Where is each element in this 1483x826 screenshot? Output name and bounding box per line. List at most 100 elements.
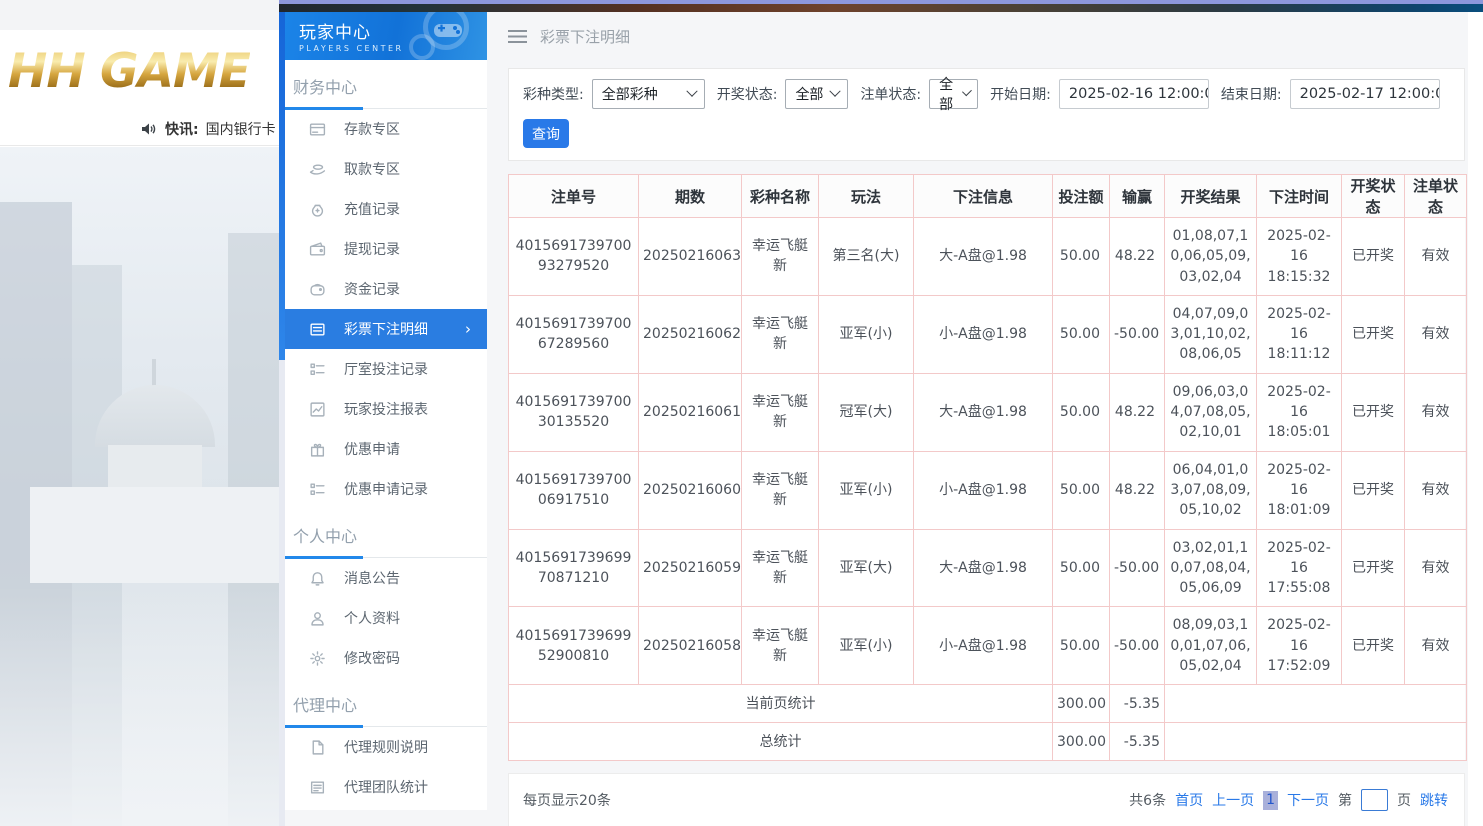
chevron-right-icon: › (465, 320, 471, 338)
sidebar-item[interactable]: 修改密码 (285, 638, 487, 678)
start-date-input[interactable] (1059, 79, 1209, 109)
sidebar-item-label: 代理团队统计 (344, 777, 428, 797)
bet-status-value: 全部 (939, 74, 957, 114)
lottery-type-label: 彩种类型: (523, 84, 584, 104)
section-underline (285, 108, 487, 109)
jump-button[interactable]: 跳转 (1420, 790, 1448, 810)
capitol-base (30, 487, 285, 583)
cell-bet_id: 401569173969952900810 (509, 607, 639, 685)
draw-status-label: 开奖状态: (717, 84, 778, 104)
cell-draw_status: 已开奖 (1342, 218, 1405, 296)
jump-label-post: 页 (1397, 790, 1411, 810)
sidebar-item[interactable]: 彩票下注明细› (285, 309, 487, 349)
cell-bet_info: 大-A盘@1.98 (914, 218, 1053, 296)
cell-bet_status: 有效 (1405, 295, 1467, 373)
jump-page-input[interactable] (1361, 789, 1388, 811)
cell-bet_status: 有效 (1405, 373, 1467, 451)
cell-amount: 50.00 (1053, 295, 1110, 373)
start-date-label: 开始日期: (990, 84, 1051, 104)
cell-bet_status: 有效 (1405, 607, 1467, 685)
sidebar-item[interactable]: 取款专区 (285, 149, 487, 189)
cell-period: 20250216060 (639, 451, 742, 529)
draw-status-select[interactable]: 全部 (785, 79, 848, 109)
pager-controls: 共6条 首页 上一页 1 下一页 第 页 跳转 (1129, 789, 1448, 811)
column-header: 投注额 (1053, 175, 1110, 218)
sidebar-item[interactable]: 个人资料 (285, 598, 487, 638)
cell-result: 03,02,01,10,07,08,04,05,06,09 (1165, 529, 1257, 607)
cell-bet_time: 2025-02-16 18:11:12 (1257, 295, 1342, 373)
sidebar-item[interactable]: 充值记录 (285, 189, 487, 229)
cell-period: 20250216062 (639, 295, 742, 373)
sidebar-item[interactable]: 优惠申请记录 (285, 469, 487, 509)
cell-amount: 50.00 (1053, 373, 1110, 451)
cell-period: 20250216059 (639, 529, 742, 607)
current-page[interactable]: 1 (1263, 791, 1278, 810)
sidebar-item[interactable]: 提现记录 (285, 229, 487, 269)
cell-amount: 50.00 (1053, 218, 1110, 296)
cell-result: 04,07,09,03,01,10,02,08,06,05 (1165, 295, 1257, 373)
sidebar-item-label: 修改密码 (344, 648, 400, 668)
prev-page-link[interactable]: 上一页 (1212, 790, 1254, 810)
table-body: 40156917397009327952020250216063幸运飞艇新第三名… (509, 218, 1467, 761)
cell-play: 第三名(大) (819, 218, 914, 296)
sidebar-item[interactable]: 代理团队统计 (285, 767, 487, 807)
cell-bet_info: 小-A盘@1.98 (914, 451, 1053, 529)
cell-bet_id: 401569173969970871210 (509, 529, 639, 607)
section-underline (285, 726, 487, 727)
lottery-type-select[interactable]: 全部彩种 (592, 79, 705, 109)
end-date-input[interactable] (1290, 79, 1440, 109)
sidebar-item[interactable]: 厅室投注记录 (285, 349, 487, 389)
table-row: 40156917397000691751020250216060幸运飞艇新亚军(… (509, 451, 1467, 529)
file-icon (309, 739, 326, 756)
speaker-icon (142, 122, 158, 136)
next-page-link[interactable]: 下一页 (1287, 790, 1329, 810)
pagination-bar: 每页显示20条 共6条 首页 上一页 1 下一页 第 页 跳转 (508, 773, 1465, 826)
sidebar-item[interactable]: 玩家投注报表 (285, 389, 487, 429)
list-icon (309, 361, 326, 378)
withdraw-hand-icon (309, 161, 326, 178)
top-strip-banner (279, 4, 1483, 12)
search-button[interactable]: 查询 (523, 119, 569, 148)
column-header: 开奖状态 (1342, 175, 1405, 218)
sidebar-item[interactable]: 资金记录 (285, 269, 487, 309)
fog-overlay (0, 586, 285, 826)
cell-win_loss: -50.00 (1110, 295, 1165, 373)
menu-toggle-icon[interactable] (508, 30, 527, 43)
cell-bet_id: 401569173970030135520 (509, 373, 639, 451)
bet-status-select[interactable]: 全部 (929, 79, 978, 109)
column-header: 注单号 (509, 175, 639, 218)
cell-bet_info: 小-A盘@1.98 (914, 295, 1053, 373)
cell-lottery: 幸运飞艇新 (742, 607, 819, 685)
sidebar-item[interactable]: 代理规则说明 (285, 727, 487, 767)
chevron-down-icon (686, 86, 697, 97)
cell-bet_info: 大-A盘@1.98 (914, 529, 1053, 607)
main-content: 彩票下注明细 彩种类型: 全部彩种 开奖状态: 全部 注单状态: (487, 12, 1468, 826)
page-title: 彩票下注明细 (540, 26, 630, 47)
cell-bet_info: 小-A盘@1.98 (914, 607, 1053, 685)
money-bag-icon (309, 201, 326, 218)
capitol-spire (152, 359, 156, 387)
bet-status-label: 注单状态: (860, 84, 921, 104)
sidebar-item[interactable]: 存款专区 (285, 109, 487, 149)
cell-play: 亚军(小) (819, 607, 914, 685)
first-page-link[interactable]: 首页 (1175, 790, 1203, 810)
bell-icon (309, 570, 326, 587)
background-topbar (0, 0, 285, 30)
sidebar-item[interactable]: 优惠申请 (285, 429, 487, 469)
sidebar-item-label: 消息公告 (344, 568, 400, 588)
gamepad-icon (433, 20, 463, 40)
table-header-row: 注单号期数彩种名称玩法下注信息投注额输赢开奖结果下注时间开奖状态注单状态 (509, 175, 1467, 218)
cell-bet_id: 401569173970006917510 (509, 451, 639, 529)
ticker-label: 快讯: (165, 119, 199, 139)
cell-bet_id: 401569173970067289560 (509, 295, 639, 373)
column-header: 注单状态 (1405, 175, 1467, 218)
section-underline (285, 557, 487, 558)
cell-draw_status: 已开奖 (1342, 451, 1405, 529)
sidebar-item[interactable]: 消息公告 (285, 558, 487, 598)
summary-row: 总统计300.00-5.35 (509, 723, 1467, 761)
table-row: 40156917396997087121020250216059幸运飞艇新亚军(… (509, 529, 1467, 607)
news-icon (309, 779, 326, 796)
cell-period: 20250216061 (639, 373, 742, 451)
cell-lottery: 幸运飞艇新 (742, 218, 819, 296)
cell-lottery: 幸运飞艇新 (742, 373, 819, 451)
